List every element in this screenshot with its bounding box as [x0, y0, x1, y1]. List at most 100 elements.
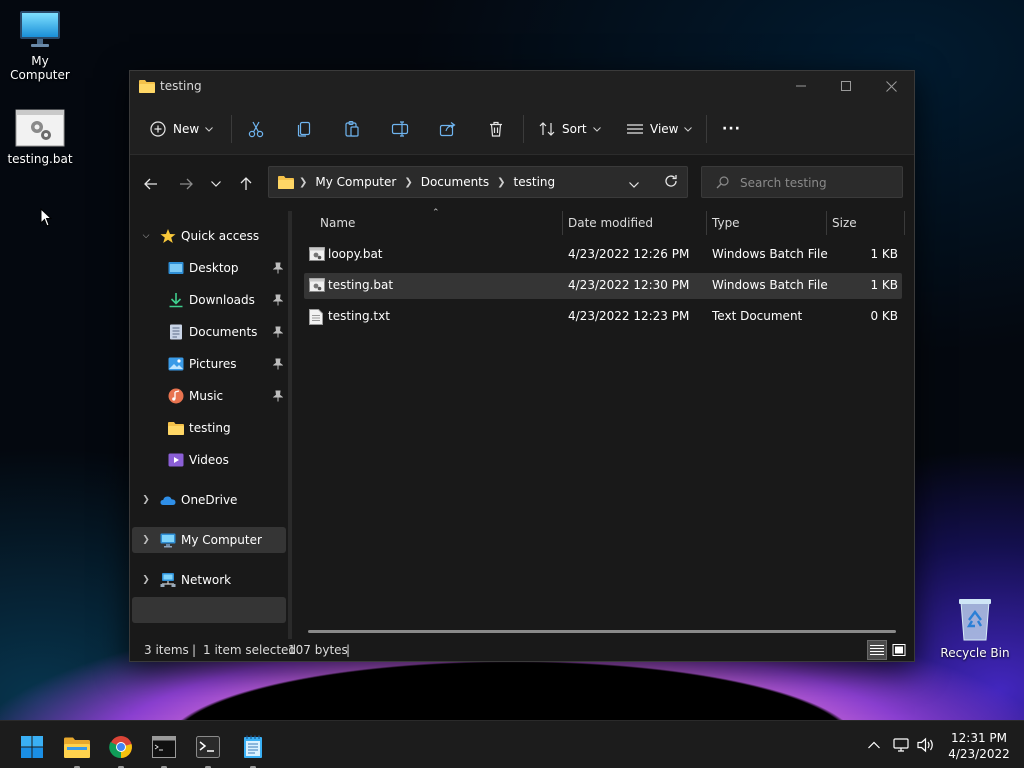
chrome-icon: [109, 736, 132, 759]
sidebar-item-videos[interactable]: Videos: [132, 447, 286, 473]
close-button[interactable]: [868, 71, 914, 101]
clock-time: 12:31 PM: [951, 731, 1007, 745]
sidebar-item-testing[interactable]: testing: [132, 415, 286, 441]
file-date: 4/23/2022 12:23 PM: [568, 309, 690, 323]
paste-button[interactable]: [343, 115, 361, 143]
monitor-icon: [160, 533, 176, 548]
chevron-down-icon: [211, 181, 221, 187]
new-button[interactable]: New: [150, 115, 214, 143]
sidebar-item-onedrive[interactable]: ❯ OneDrive: [132, 487, 286, 513]
column-divider[interactable]: [826, 211, 827, 235]
sidebar-item-label: Downloads: [189, 293, 255, 307]
column-divider[interactable]: [562, 211, 563, 235]
file-row-testing-txt[interactable]: testing.txt 4/23/2022 12:23 PM Text Docu…: [304, 304, 902, 330]
folder-icon: [139, 80, 155, 93]
taskbar-clock[interactable]: 12:31 PM 4/23/2022: [944, 730, 1014, 762]
file-row-testing-bat[interactable]: testing.bat 4/23/2022 12:30 PM Windows B…: [304, 273, 902, 299]
more-options-button[interactable]: ···: [722, 115, 741, 143]
file-list-horizontal-scrollbar[interactable]: [308, 630, 896, 633]
volume-button[interactable]: [916, 735, 936, 755]
breadcrumb-item-my-computer[interactable]: My Computer: [315, 175, 396, 189]
cut-button[interactable]: [247, 115, 265, 143]
title-bar[interactable]: testing: [130, 71, 914, 103]
recent-locations-button[interactable]: [205, 173, 227, 195]
sidebar-item-label: Documents: [189, 325, 258, 339]
maximize-button[interactable]: [823, 71, 869, 101]
network-status-button[interactable]: [891, 735, 911, 755]
pin-icon: [273, 358, 283, 370]
sidebar-item-music[interactable]: Music: [132, 383, 286, 409]
arrow-left-icon: [144, 178, 157, 190]
share-icon: [439, 122, 456, 137]
column-divider[interactable]: [904, 211, 905, 235]
file-explorer-window: testing New Sort View ··· ❯ My Computer …: [129, 70, 915, 662]
sidebar-item-documents[interactable]: Documents: [132, 319, 286, 345]
address-bar[interactable]: ❯ My Computer ❯ Documents ❯ testing: [268, 166, 688, 198]
minimize-button[interactable]: [778, 71, 824, 101]
file-size: 1 KB: [870, 278, 898, 292]
sort-ascending-icon: ⌃: [432, 208, 440, 218]
search-box[interactable]: [701, 166, 903, 198]
sort-button[interactable]: Sort: [539, 115, 601, 143]
search-input[interactable]: [740, 174, 890, 192]
rename-button[interactable]: [391, 115, 409, 143]
file-date: 4/23/2022 12:30 PM: [568, 278, 690, 292]
chevron-right-icon[interactable]: ❯: [140, 533, 152, 547]
batch-file-icon: [309, 247, 325, 261]
recycle-bin-icon: [959, 599, 991, 641]
taskbar-file-explorer[interactable]: [59, 729, 95, 768]
details-view-button[interactable]: [867, 640, 887, 660]
file-date: 4/23/2022 12:26 PM: [568, 247, 690, 261]
sidebar-item-desktop[interactable]: Desktop: [132, 255, 286, 281]
sidebar-item-pictures[interactable]: Pictures: [132, 351, 286, 377]
star-icon: [160, 229, 176, 243]
sort-icon: [539, 122, 555, 136]
chevron-right-icon[interactable]: ❯: [140, 493, 152, 507]
breadcrumb-item-documents[interactable]: Documents: [421, 175, 489, 189]
sidebar-item-this-pc[interactable]: ❯ My Computer: [132, 527, 286, 553]
chevron-down-icon: [684, 126, 693, 132]
column-header-size[interactable]: Size: [832, 210, 857, 236]
column-header-date[interactable]: Date modified: [568, 210, 653, 236]
pin-icon: [273, 294, 283, 306]
column-header-name[interactable]: Name ⌃: [320, 208, 560, 236]
sidebar-item-quick-access[interactable]: ⌵ Quick access: [132, 223, 286, 249]
file-name: loopy.bat: [328, 247, 383, 261]
sidebar-item-my-computer[interactable]: [132, 597, 286, 623]
desktop-icon-label: testing.bat: [7, 152, 73, 166]
breadcrumb-item-testing[interactable]: testing: [514, 175, 556, 189]
sidebar-item-label: Desktop: [189, 261, 239, 275]
sidebar-item-network-node[interactable]: ❯ Network: [132, 567, 286, 593]
large-icons-view-button[interactable]: [889, 640, 909, 660]
sidebar-item-downloads[interactable]: Downloads: [132, 287, 286, 313]
column-divider[interactable]: [706, 211, 707, 235]
back-button[interactable]: [140, 173, 162, 195]
forward-button[interactable]: [175, 173, 197, 195]
refresh-button[interactable]: [664, 174, 678, 191]
copy-button[interactable]: [295, 115, 313, 143]
address-history-button[interactable]: [629, 177, 639, 191]
view-button[interactable]: View: [627, 115, 693, 143]
chevron-down-icon[interactable]: ⌵: [140, 229, 152, 243]
column-header-label: Type: [712, 216, 740, 230]
delete-button[interactable]: [487, 115, 505, 143]
taskbar-notepad[interactable]: [235, 729, 271, 768]
taskbar-chrome[interactable]: [103, 729, 139, 768]
desktop-icon-my-computer[interactable]: My Computer: [0, 8, 80, 82]
share-button[interactable]: [439, 115, 457, 143]
chevron-right-icon[interactable]: ❯: [140, 573, 152, 587]
view-list-icon: [627, 124, 643, 134]
desktop-icon-testing-bat[interactable]: testing.bat: [0, 108, 80, 166]
pin-icon: [273, 326, 283, 338]
documents-icon: [170, 324, 182, 340]
file-row-loopy-bat[interactable]: loopy.bat 4/23/2022 12:26 PM Windows Bat…: [304, 242, 902, 268]
desktop-icon-recycle-bin[interactable]: Recycle Bin: [935, 596, 1015, 660]
up-button[interactable]: [235, 173, 257, 195]
column-header-type[interactable]: Type: [712, 210, 740, 236]
show-hidden-icons-button[interactable]: [864, 735, 884, 755]
toolbar-separator: [523, 115, 524, 143]
taskbar-terminal[interactable]: [190, 729, 226, 768]
start-button[interactable]: [14, 729, 50, 765]
taskbar-command-prompt[interactable]: [146, 729, 182, 768]
desktop-icon-label: My Computer: [10, 54, 70, 82]
